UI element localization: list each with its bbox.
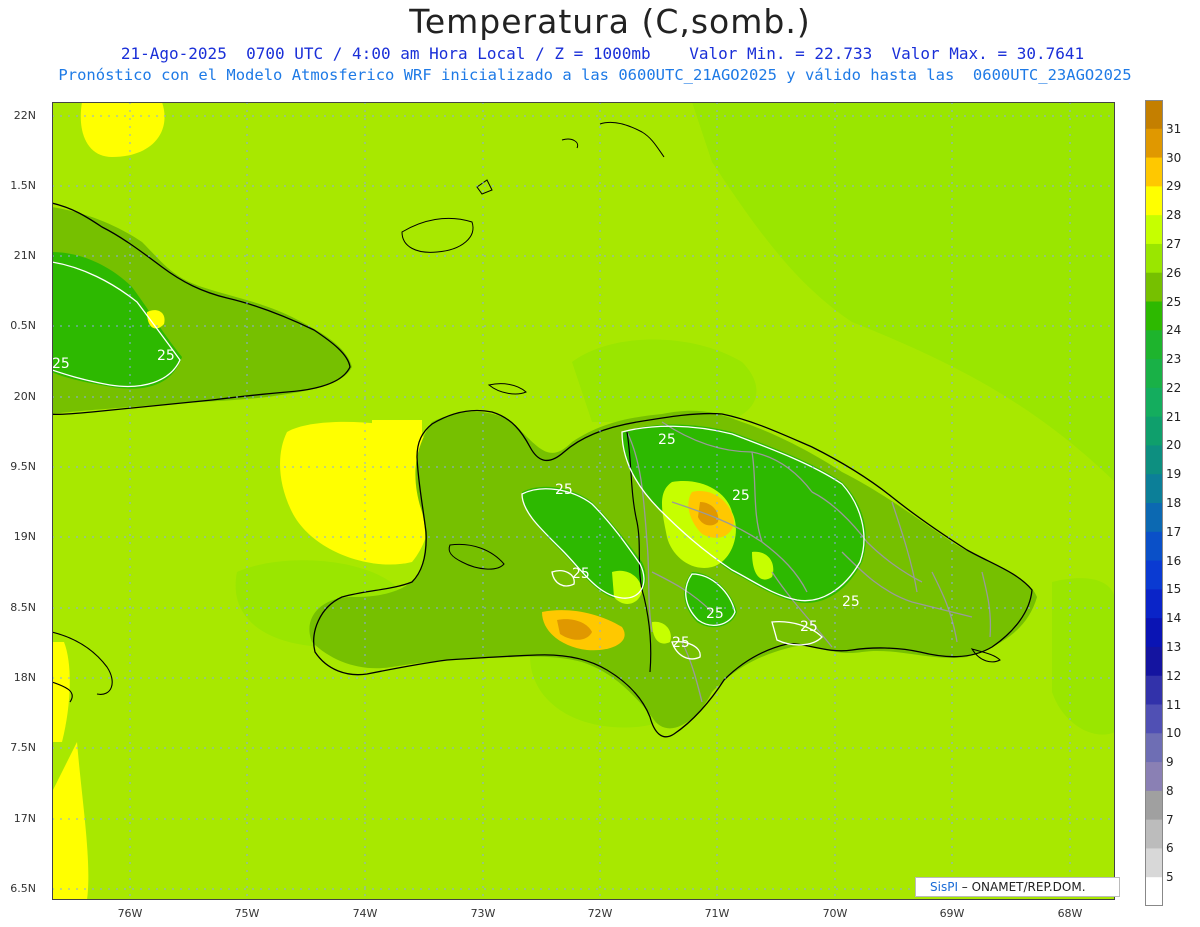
legend-label: 13 bbox=[1166, 639, 1182, 654]
lon-label: 76W bbox=[117, 907, 143, 920]
lon-label: 74W bbox=[352, 907, 378, 920]
credit-org: – ONAMET/REP.DOM. bbox=[957, 880, 1086, 894]
lon-label: 72W bbox=[587, 907, 613, 920]
contour-label: 25 bbox=[706, 606, 724, 622]
legend-label: 5 bbox=[1166, 870, 1174, 885]
color-legend bbox=[1145, 100, 1163, 906]
legend-swatch bbox=[1145, 215, 1163, 245]
legend-label: 23 bbox=[1166, 352, 1182, 367]
legend-swatch bbox=[1145, 243, 1163, 274]
map-title: Temperatura (C,somb.) bbox=[409, 2, 811, 41]
legend-swatch bbox=[1145, 675, 1163, 705]
legend-swatch bbox=[1145, 272, 1163, 302]
lon-label: 71W bbox=[704, 907, 730, 920]
legend-label: 22 bbox=[1166, 380, 1182, 395]
lat-label: 21N bbox=[13, 249, 36, 262]
legend-label: 24 bbox=[1166, 323, 1182, 338]
legend-swatch bbox=[1145, 186, 1163, 216]
legend-swatch bbox=[1145, 560, 1163, 590]
legend-swatch bbox=[1145, 877, 1163, 906]
temperature-map: 25 25 25 25 25 25 25 25 25 25 bbox=[52, 102, 1115, 900]
contour-label: 25 bbox=[800, 619, 818, 635]
legend-label: 26 bbox=[1166, 265, 1182, 280]
lat-label: 17N bbox=[13, 812, 36, 825]
legend-label: 25 bbox=[1166, 294, 1182, 309]
legend-label: 9 bbox=[1166, 755, 1174, 770]
contour-label: 25 bbox=[572, 566, 590, 582]
legend-swatch bbox=[1145, 157, 1163, 187]
legend-swatch bbox=[1145, 445, 1163, 475]
legend-swatch bbox=[1145, 474, 1163, 504]
contour-label: 25 bbox=[672, 635, 690, 651]
lat-label: 20N bbox=[13, 390, 36, 403]
legend-swatch bbox=[1145, 359, 1163, 389]
legend-label: 31 bbox=[1166, 121, 1182, 136]
credit-brand: SisPI bbox=[930, 880, 958, 894]
legend-swatch bbox=[1145, 848, 1163, 878]
legend-swatch bbox=[1145, 100, 1163, 130]
legend-swatch bbox=[1145, 589, 1163, 619]
legend-swatch bbox=[1145, 762, 1163, 792]
lon-label: 73W bbox=[470, 907, 496, 920]
legend-label: 16 bbox=[1166, 553, 1182, 568]
legend-swatch bbox=[1145, 733, 1163, 763]
contour-label: 25 bbox=[157, 348, 175, 364]
legend-swatch bbox=[1145, 387, 1163, 418]
lat-label: 19N bbox=[13, 530, 36, 543]
contour-label: 25 bbox=[52, 356, 70, 372]
legend-label: 6 bbox=[1166, 841, 1174, 856]
legend-swatch bbox=[1145, 330, 1163, 360]
lat-label: 22N bbox=[13, 109, 36, 122]
legend-label: 8 bbox=[1166, 783, 1174, 798]
lat-label: 6.5N bbox=[10, 882, 36, 895]
legend-swatch bbox=[1145, 790, 1163, 821]
lat-label: 8.5N bbox=[10, 601, 36, 614]
legend-label: 21 bbox=[1166, 409, 1182, 424]
legend-label: 27 bbox=[1166, 236, 1182, 251]
contour-label: 25 bbox=[732, 488, 750, 504]
legend-label: 14 bbox=[1166, 611, 1182, 626]
lat-label: 1.5N bbox=[10, 179, 36, 192]
lat-label: 18N bbox=[13, 671, 36, 684]
legend-label: 12 bbox=[1166, 668, 1182, 683]
sea-warm-patch-3 bbox=[372, 420, 422, 442]
legend-label: 19 bbox=[1166, 467, 1182, 482]
legend-swatch bbox=[1145, 128, 1163, 159]
legend-swatch bbox=[1145, 646, 1163, 677]
lat-label: 9.5N bbox=[10, 460, 36, 473]
map-subtitle-validity: 21-Ago-2025 0700 UTC / 4:00 am Hora Loca… bbox=[120, 44, 1085, 63]
credit-box: SisPI – ONAMET/REP.DOM. bbox=[915, 877, 1120, 897]
legend-swatch bbox=[1145, 301, 1163, 331]
legend-label: 30 bbox=[1166, 150, 1182, 165]
legend-swatch bbox=[1145, 704, 1163, 734]
legend-label: 20 bbox=[1166, 438, 1182, 453]
legend-swatch bbox=[1145, 503, 1163, 533]
map-subtitle-model: Pronóstico con el Modelo Atmosferico WRF… bbox=[58, 66, 1132, 84]
lat-label: 0.5N bbox=[10, 319, 36, 332]
legend-label: 11 bbox=[1166, 697, 1182, 712]
legend-swatch bbox=[1145, 618, 1163, 648]
legend-label: 18 bbox=[1166, 496, 1182, 510]
legend-label: 7 bbox=[1166, 812, 1174, 827]
lon-label: 68W bbox=[1057, 907, 1083, 920]
lon-label: 70W bbox=[822, 907, 848, 920]
legend-swatch bbox=[1145, 531, 1163, 562]
contour-label: 25 bbox=[658, 432, 676, 448]
legend-swatch bbox=[1145, 416, 1163, 446]
legend-swatch bbox=[1145, 819, 1163, 849]
contour-label: 25 bbox=[555, 482, 573, 498]
lon-label: 75W bbox=[234, 907, 260, 920]
legend-label: 15 bbox=[1166, 582, 1182, 597]
legend-label: 29 bbox=[1166, 179, 1182, 194]
contour-label: 25 bbox=[842, 594, 860, 610]
lat-label: 7.5N bbox=[10, 741, 36, 754]
lon-label: 69W bbox=[939, 907, 965, 920]
legend-label: 28 bbox=[1166, 208, 1182, 223]
legend-label: 10 bbox=[1166, 726, 1182, 741]
legend-label: 17 bbox=[1166, 524, 1182, 539]
